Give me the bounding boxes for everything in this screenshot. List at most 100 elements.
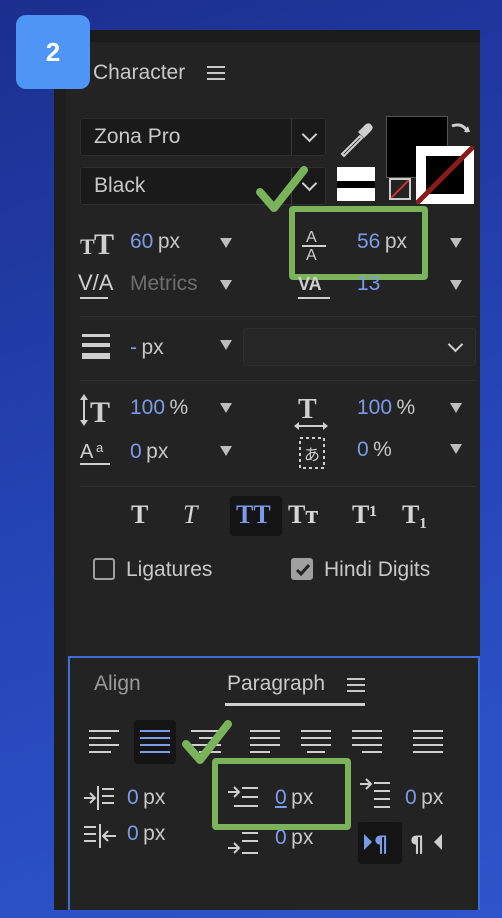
tab-paragraph[interactable]: Paragraph [227, 672, 325, 696]
tracking-dropdown-arrow[interactable] [450, 280, 462, 290]
kerning-icon: V/A [78, 268, 114, 302]
divider [80, 486, 476, 487]
baseline-shift-dropdown-arrow[interactable] [220, 446, 232, 456]
panel-top-bar [54, 30, 480, 42]
align-center-icon [140, 730, 170, 753]
font-style-value: Black [94, 174, 146, 197]
space-after-field[interactable]: 0 px [275, 826, 313, 850]
small-caps-button[interactable]: Tт [288, 500, 318, 530]
leading-dropdown-arrow[interactable] [450, 238, 462, 248]
justify-last-right-icon[interactable] [352, 730, 382, 758]
panel-left-edge [54, 42, 66, 910]
chevron-down-icon [301, 126, 318, 143]
space-before-icon [360, 778, 394, 810]
space-after-icon [228, 830, 262, 858]
svg-text:a: a [96, 440, 104, 455]
subscript-button[interactable]: T₁ [402, 500, 427, 530]
horizontal-scale-dropdown-arrow[interactable] [450, 403, 462, 413]
font-size-dropdown-arrow[interactable] [220, 238, 232, 248]
stroke-width-field[interactable]: - px [130, 336, 164, 360]
justify-last-center-icon[interactable] [301, 730, 331, 758]
font-size-value: 60 [130, 230, 154, 253]
step-badge: 2 [16, 15, 90, 89]
space-before-value: 0 [405, 786, 417, 809]
baseline-shift-value: 0 [130, 440, 142, 463]
ligatures-checkbox[interactable] [93, 558, 115, 580]
panel-title: Character [93, 61, 186, 84]
tsume-value: 0 [357, 438, 369, 461]
svg-text:T: T [298, 394, 317, 425]
chevron-down-icon [447, 336, 464, 353]
tsume-dropdown-arrow[interactable] [450, 444, 462, 454]
tracking-value[interactable]: 13 [357, 272, 380, 296]
space-before-unit: px [421, 786, 444, 809]
kerning-value[interactable]: Metrics [130, 272, 198, 296]
svg-text:あ: あ [304, 445, 320, 464]
stroke-width-icon [82, 334, 112, 360]
active-tab-underline [225, 703, 365, 706]
svg-text:¶: ¶ [410, 833, 424, 856]
right-to-left-button[interactable]: ¶ [410, 830, 446, 861]
svg-text:T: T [94, 228, 114, 258]
paragraph-menu-icon[interactable] [347, 677, 367, 693]
space-after-value: 0 [275, 826, 287, 849]
baseline-shift-field[interactable]: 0 px [130, 440, 168, 464]
font-size-field[interactable]: 60 px [130, 230, 180, 254]
vertical-scale-field[interactable]: 100 % [130, 396, 188, 420]
no-fill-swatch[interactable] [337, 167, 375, 201]
indent-right-icon [84, 822, 118, 850]
tab-align[interactable]: Align [94, 672, 141, 696]
svg-text:T: T [80, 234, 95, 258]
indent-right-value: 0 [127, 822, 139, 845]
vertical-scale-unit: % [169, 396, 189, 419]
justify-all-icon[interactable] [413, 730, 443, 758]
hindi-digits-label: Hindi Digits [324, 558, 431, 581]
stroke-color-swatch[interactable] [416, 146, 474, 204]
horizontal-scale-value: 100 [357, 396, 393, 419]
stroke-style-dropdown[interactable] [243, 328, 476, 366]
vertical-scale-icon: T [80, 394, 120, 426]
horizontal-scale-field[interactable]: 100 % [357, 396, 415, 420]
svg-text:A: A [80, 441, 94, 463]
kerning-dropdown-arrow[interactable] [220, 280, 232, 290]
faux-italic-button[interactable]: T [183, 500, 197, 530]
horizontal-scale-unit: % [396, 396, 416, 419]
baseline-shift-unit: px [146, 440, 169, 463]
faux-bold-button[interactable]: T [131, 500, 148, 530]
dropdown-divider [291, 119, 292, 155]
svg-text:T: T [90, 396, 110, 426]
svg-text:V/A: V/A [78, 270, 114, 295]
svg-text:VA: VA [298, 274, 322, 294]
divider [80, 380, 476, 381]
hindi-digits-checkbox[interactable] [291, 558, 313, 580]
swap-colors-icon[interactable] [448, 118, 474, 144]
stroke-width-value: - [130, 336, 137, 359]
indent-left-unit: px [143, 786, 166, 809]
tracking-icon: VA [296, 272, 334, 304]
eyedropper-icon[interactable] [336, 120, 376, 160]
indent-right-field[interactable]: 0 px [127, 822, 165, 846]
stroke-width-dropdown-arrow[interactable] [220, 340, 232, 350]
ligatures-label: Ligatures [126, 558, 213, 581]
space-before-field[interactable]: 0 px [405, 786, 443, 810]
all-caps-button[interactable]: TT [230, 496, 282, 536]
space-after-unit: px [291, 826, 314, 849]
tsume-field[interactable]: 0 % [357, 438, 392, 462]
vertical-scale-value: 100 [130, 396, 166, 419]
tsume-unit: % [373, 438, 392, 461]
none-color-icon[interactable] [389, 178, 411, 200]
panel-menu-icon[interactable] [207, 65, 227, 81]
left-to-right-button[interactable]: ¶ [358, 822, 402, 864]
font-family-dropdown[interactable]: Zona Pro [80, 118, 326, 156]
stroke-width-unit: px [141, 336, 164, 359]
superscript-button[interactable]: T¹ [352, 500, 377, 530]
align-left-icon[interactable] [89, 730, 119, 758]
indent-right-unit: px [143, 822, 166, 845]
vertical-scale-dropdown-arrow[interactable] [220, 403, 232, 413]
indent-left-field[interactable]: 0 px [127, 786, 165, 810]
font-family-value: Zona Pro [94, 125, 181, 148]
justify-last-left-icon[interactable] [250, 730, 280, 758]
indent-left-icon [84, 784, 118, 812]
align-center-button[interactable] [134, 720, 176, 764]
first-line-indent-highlight-box [212, 758, 351, 830]
